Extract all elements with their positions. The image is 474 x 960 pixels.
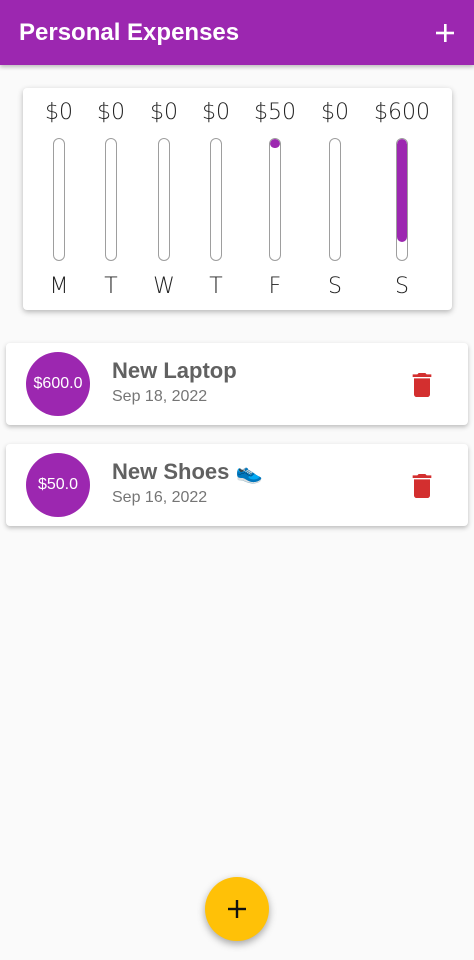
trash-icon bbox=[412, 373, 432, 397]
amount-avatar: $600.0 bbox=[26, 352, 90, 416]
transaction-title: New Shoes 👟 bbox=[112, 459, 263, 484]
bar-fill bbox=[270, 139, 280, 148]
add-transaction-button[interactable] bbox=[426, 14, 464, 52]
trash-icon bbox=[412, 474, 432, 498]
plus-icon bbox=[436, 24, 454, 42]
bar-track bbox=[158, 138, 170, 261]
amount-avatar: $50.0 bbox=[26, 453, 90, 517]
plus-icon bbox=[228, 900, 246, 918]
bar-track bbox=[396, 138, 408, 261]
bar-track bbox=[269, 138, 281, 261]
transaction-date: Sep 18, 2022 bbox=[112, 388, 208, 405]
weekly-chart: $0 M $0 T $0 W $0 T $50 F $0 S $600 S bbox=[23, 88, 452, 310]
delete-button[interactable] bbox=[406, 369, 438, 401]
bar-day-label: S bbox=[395, 274, 409, 299]
transaction-title: New Laptop bbox=[112, 358, 237, 383]
bar-track bbox=[105, 138, 117, 261]
bar-track bbox=[210, 138, 222, 261]
add-expense-fab[interactable] bbox=[205, 877, 269, 941]
delete-button[interactable] bbox=[406, 470, 438, 502]
bar-track bbox=[329, 138, 341, 261]
bar-amount-label: $600 bbox=[374, 100, 430, 125]
app-bar: Personal Expenses bbox=[0, 0, 474, 65]
app-title: Personal Expenses bbox=[19, 19, 240, 46]
chart-bar-sun: $600 S bbox=[372, 88, 432, 310]
transaction-item: $50.0 New Shoes 👟 Sep 16, 2022 bbox=[6, 444, 468, 526]
transaction-date: Sep 16, 2022 bbox=[112, 489, 208, 506]
app-root: Personal Expenses $0 M $0 T $0 W $0 T $5… bbox=[0, 0, 474, 960]
bar-fill bbox=[397, 139, 407, 243]
bar-track bbox=[53, 138, 65, 261]
transaction-item: $600.0 New Laptop Sep 18, 2022 bbox=[6, 343, 468, 425]
